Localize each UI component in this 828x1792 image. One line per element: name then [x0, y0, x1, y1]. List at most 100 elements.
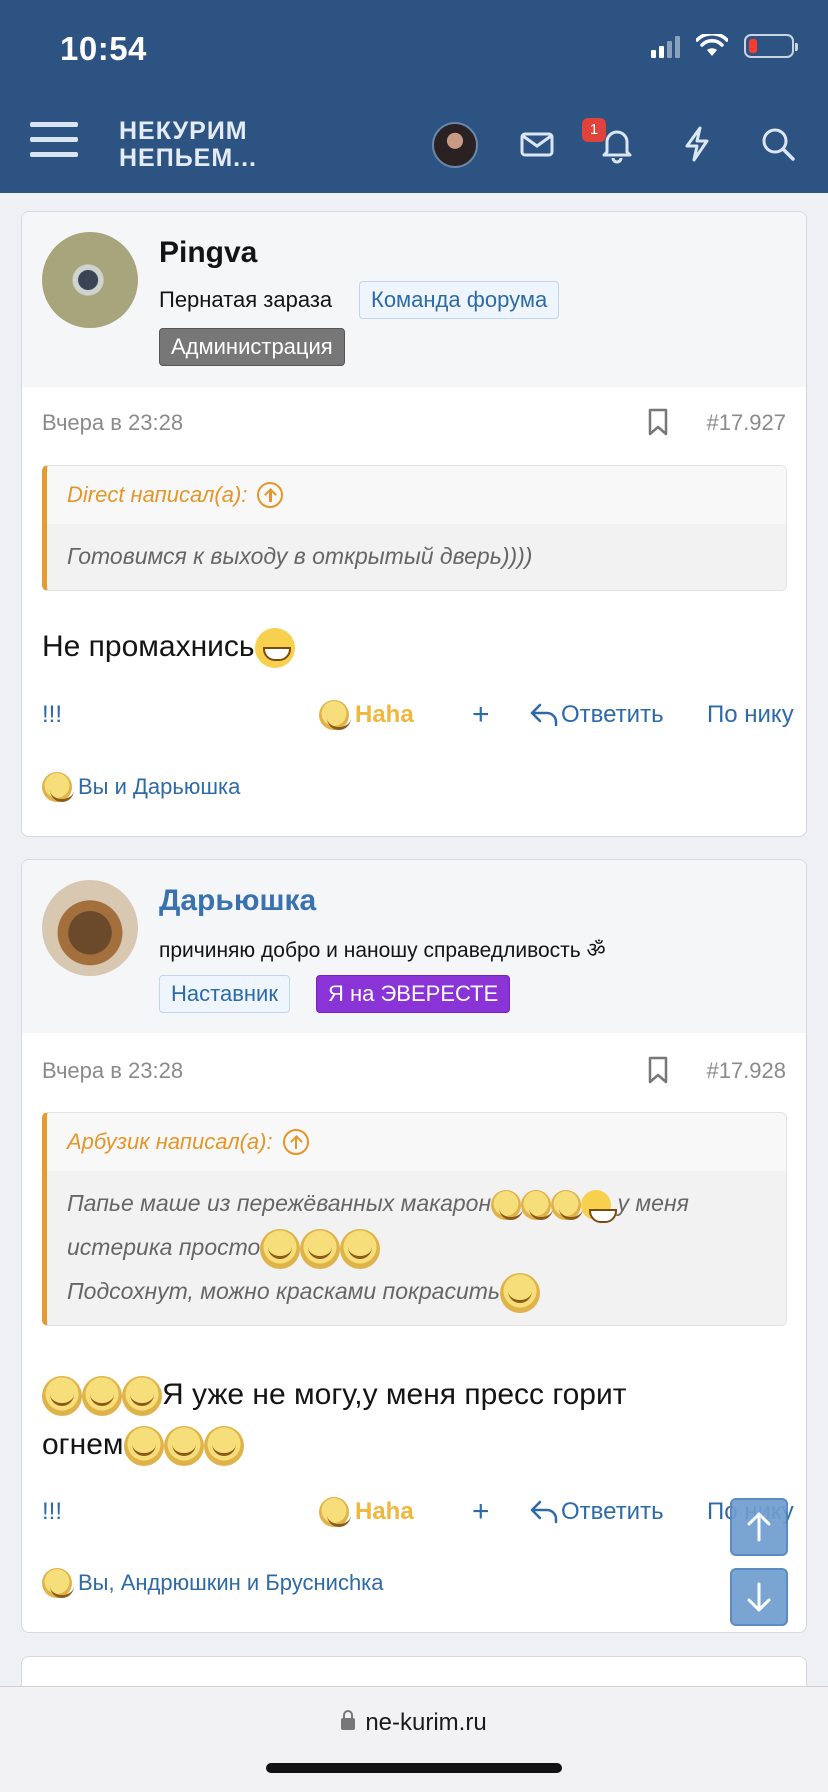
message-text: Я уже не могу,у меня пресс горит	[162, 1378, 627, 1411]
notification-badge: 1	[582, 118, 606, 142]
laugh-emoji	[122, 1376, 162, 1417]
message-text: Не промахнись	[42, 630, 255, 663]
lock-icon	[341, 1710, 356, 1730]
logo-line1: НЕКУРИМ	[119, 117, 248, 145]
quote-line: Папье маше из пережёванных макарон у мен…	[67, 1181, 766, 1269]
mail-icon[interactable]	[517, 124, 557, 164]
menu-icon[interactable]	[30, 122, 78, 164]
quote-block: Арбузик написал(а): Папье маше из пережё…	[42, 1112, 787, 1326]
search-icon[interactable]	[758, 124, 798, 164]
reaction-users: Вы, Андрюшкин и Бруснисhка	[78, 1570, 384, 1595]
laugh-emoji	[521, 1189, 554, 1220]
laugh-emoji	[319, 1497, 351, 1527]
quote-block: Direct написал(а): Готовимся к выходу в …	[42, 465, 787, 591]
quote-text: Папье маше из пережёванных макарон у мен…	[47, 1171, 786, 1325]
laugh-emoji	[123, 1426, 164, 1467]
quote-header: Direct написал(а):	[47, 466, 786, 524]
scroll-top-button[interactable]	[730, 1498, 788, 1556]
post-card: Дарьюшка причиняю добро и наношу справед…	[21, 859, 807, 1633]
post-user-panel: Дарьюшка причиняю добро и наношу справед…	[22, 860, 806, 1033]
nav-bar: НЕКУРИМ НЕПЬЕМ... 1	[0, 100, 828, 190]
reaction-label: Haha	[355, 1498, 414, 1525]
reaction-button[interactable]: Haha	[319, 1492, 414, 1532]
user-badge: Администрация	[159, 328, 345, 366]
username[interactable]: Дарьюшка	[159, 884, 316, 918]
reaction-users: Вы и Дарьюшка	[78, 774, 241, 799]
url-bar[interactable]: ne-kurim.ru	[0, 1709, 828, 1737]
username[interactable]: Pingva	[159, 236, 257, 270]
lightning-icon[interactable]	[677, 124, 717, 164]
reply-label: Ответить	[561, 1498, 664, 1525]
reply-button[interactable]: Ответить	[529, 695, 664, 735]
quote-line: Готовимся к выходу в открытый дверь))))	[67, 543, 533, 569]
wifi-icon	[696, 34, 728, 56]
user-badge: Я на ЭВЕРЕСТЕ	[316, 975, 511, 1013]
site-logo[interactable]: НЕКУРИМ НЕПЬЕМ...	[119, 118, 257, 172]
plus-button[interactable]: +	[472, 1492, 490, 1532]
quote-line: Подсохнут, можно красками покрасить	[67, 1269, 766, 1313]
user-avatar[interactable]	[42, 232, 138, 328]
quote-text: Готовимся к выходу в открытый дверь))))	[47, 524, 786, 590]
logo-line2: НЕПЬЕМ...	[119, 144, 258, 172]
post-user-panel: Pingva Пернатая зараза Команда форума Ад…	[22, 212, 806, 387]
quote-author[interactable]: Direct написал(а):	[67, 482, 247, 508]
laugh-emoji	[260, 1228, 301, 1269]
user-badge: Наставник	[159, 975, 290, 1013]
post-date[interactable]: Вчера в 23:28	[42, 1058, 183, 1084]
bookmark-icon[interactable]	[646, 1056, 670, 1084]
laugh-emoji	[163, 1426, 204, 1467]
reply-icon	[530, 703, 558, 727]
laugh-emoji	[300, 1228, 341, 1269]
user-avatar[interactable]	[432, 122, 478, 168]
post-actions: !!! Haha + Ответить По нику	[42, 1492, 794, 1532]
arrow-up-icon[interactable]	[282, 1129, 309, 1155]
more-button[interactable]: !!!	[42, 1492, 62, 1532]
arrow-up-icon	[747, 1512, 771, 1542]
user-avatar[interactable]	[42, 880, 138, 976]
reaction-summary[interactable]: Вы, Андрюшкин и Бруснисhка	[42, 1568, 384, 1598]
laugh-emoji	[82, 1376, 122, 1417]
post-actions: !!! Haha + Ответить По нику	[42, 695, 794, 735]
user-title: Пернатая зараза	[159, 287, 333, 312]
reply-icon	[530, 1500, 558, 1524]
scroll-bottom-button[interactable]	[730, 1568, 788, 1626]
reaction-summary[interactable]: Вы и Дарьюшка	[42, 772, 240, 802]
bookmark-icon[interactable]	[646, 408, 670, 436]
status-time: 10:54	[60, 30, 147, 67]
post-date[interactable]: Вчера в 23:28	[42, 410, 183, 436]
post-number[interactable]: #17.927	[706, 410, 786, 436]
signal-icon	[651, 34, 680, 58]
post-message: Я уже не могу,у меня пресс горит огнем	[42, 1370, 782, 1470]
laugh-emoji	[319, 700, 351, 730]
status-icons	[651, 34, 798, 58]
user-title: причиняю добро и наношу справедливость ॐ	[159, 939, 606, 962]
laugh-emoji	[42, 1376, 82, 1417]
url-text: ne-kurim.ru	[365, 1709, 487, 1736]
browser-bar: ne-kurim.ru	[0, 1686, 828, 1792]
laugh-emoji	[551, 1189, 584, 1220]
reply-label: Ответить	[561, 701, 664, 728]
laugh-emoji	[42, 1568, 74, 1598]
post-card: Pingva Пернатая зараза Команда форума Ад…	[21, 211, 807, 837]
arrow-up-icon[interactable]	[257, 482, 284, 508]
grin-emoji	[581, 1189, 618, 1223]
plus-button[interactable]: +	[472, 695, 490, 735]
home-indicator[interactable]	[266, 1763, 562, 1773]
reaction-label: Haha	[355, 701, 414, 728]
grin-emoji	[254, 628, 295, 669]
more-button[interactable]: !!!	[42, 695, 62, 735]
laugh-emoji	[500, 1272, 540, 1313]
message-text: огнем	[42, 1428, 124, 1461]
laugh-emoji	[491, 1189, 524, 1220]
laugh-emoji	[42, 772, 74, 802]
laugh-emoji	[203, 1426, 244, 1467]
quote-by-nick-button[interactable]: По нику	[707, 695, 794, 735]
reply-button[interactable]: Ответить	[529, 1492, 664, 1532]
quote-author[interactable]: Арбузик написал(а):	[67, 1129, 273, 1155]
quote-header: Арбузик написал(а):	[47, 1113, 786, 1171]
reaction-button[interactable]: Haha	[319, 695, 414, 735]
arrow-down-icon	[747, 1582, 771, 1612]
user-badge: Команда форума	[359, 281, 560, 319]
laugh-emoji	[340, 1228, 381, 1269]
post-number[interactable]: #17.928	[706, 1058, 786, 1084]
